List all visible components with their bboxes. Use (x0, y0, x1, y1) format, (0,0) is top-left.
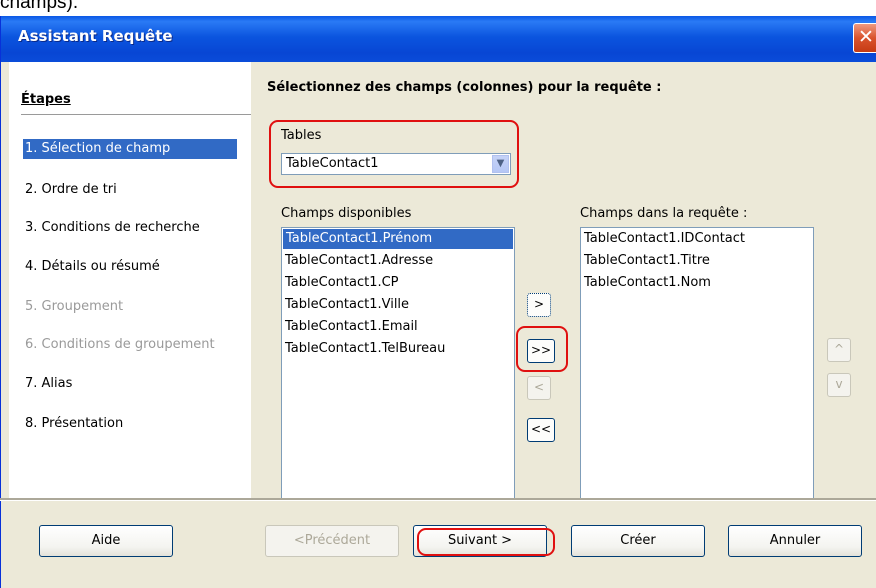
steps-panel: Étapes 1. Sélection de champ 2. Ordre de… (9, 62, 251, 498)
step-grouping-conditions: 6. Conditions de groupement (25, 337, 215, 352)
highlight-add-all (516, 326, 568, 372)
previous-button: <Précédent (265, 525, 399, 557)
step-sort-order[interactable]: 2. Ordre de tri (23, 180, 119, 200)
step-layout[interactable]: 8. Présentation (23, 414, 125, 434)
step-aliases[interactable]: 7. Alias (23, 374, 74, 394)
footer-divider (0, 498, 876, 501)
list-item[interactable]: TableContact1.Nom (581, 272, 813, 294)
remove-field-button: < (527, 376, 551, 400)
title-bar[interactable]: Assistant Requête ✕ (1, 16, 876, 62)
query-fields-list[interactable]: TableContact1.IDContact TableContact1.Ti… (580, 227, 814, 499)
available-fields-label: Champs disponibles (281, 206, 412, 221)
highlight-next (417, 528, 555, 556)
list-item[interactable]: TableContact1.CP (282, 272, 514, 294)
page-heading: Sélectionnez des champs (colonnes) pour … (267, 80, 662, 95)
cancel-button[interactable]: Annuler (728, 525, 862, 557)
close-icon: ✕ (858, 26, 874, 48)
close-button[interactable]: ✕ (853, 23, 876, 53)
list-item[interactable]: TableContact1.Adresse (282, 250, 514, 272)
list-item[interactable]: TableContact1.Email (282, 316, 514, 338)
list-item[interactable]: TableContact1.TelBureau (282, 338, 514, 360)
step-field-selection[interactable]: 1. Sélection de champ (23, 139, 237, 159)
list-item[interactable]: TableContact1.Ville (282, 294, 514, 316)
list-item[interactable]: TableContact1.Prénom (283, 229, 513, 249)
list-item[interactable]: TableContact1.Titre (581, 250, 813, 272)
query-fields-label: Champs dans la requête : (580, 206, 748, 221)
create-button[interactable]: Créer (571, 525, 705, 557)
step-details-summary[interactable]: 4. Détails ou résumé (23, 257, 162, 277)
list-item[interactable]: TableContact1.IDContact (581, 228, 813, 250)
steps-divider (21, 114, 251, 115)
step-grouping: 5. Groupement (25, 299, 124, 314)
document-caption-fragment: champs). (0, 0, 79, 13)
available-fields-list[interactable]: TableContact1.Prénom TableContact1.Adres… (281, 227, 515, 499)
steps-title: Étapes (21, 92, 71, 107)
help-button[interactable]: Aide (39, 525, 173, 557)
remove-all-fields-button[interactable]: << (527, 418, 555, 442)
move-up-button: ^ (827, 338, 851, 362)
step-search-conditions[interactable]: 3. Conditions de recherche (23, 218, 202, 238)
add-field-button[interactable]: > (527, 293, 551, 317)
move-down-button: v (827, 373, 851, 397)
highlight-tables (269, 120, 519, 188)
arrow-up-icon: ^ (833, 342, 845, 356)
arrow-down-icon: v (835, 377, 843, 391)
window-title: Assistant Requête (18, 27, 173, 45)
